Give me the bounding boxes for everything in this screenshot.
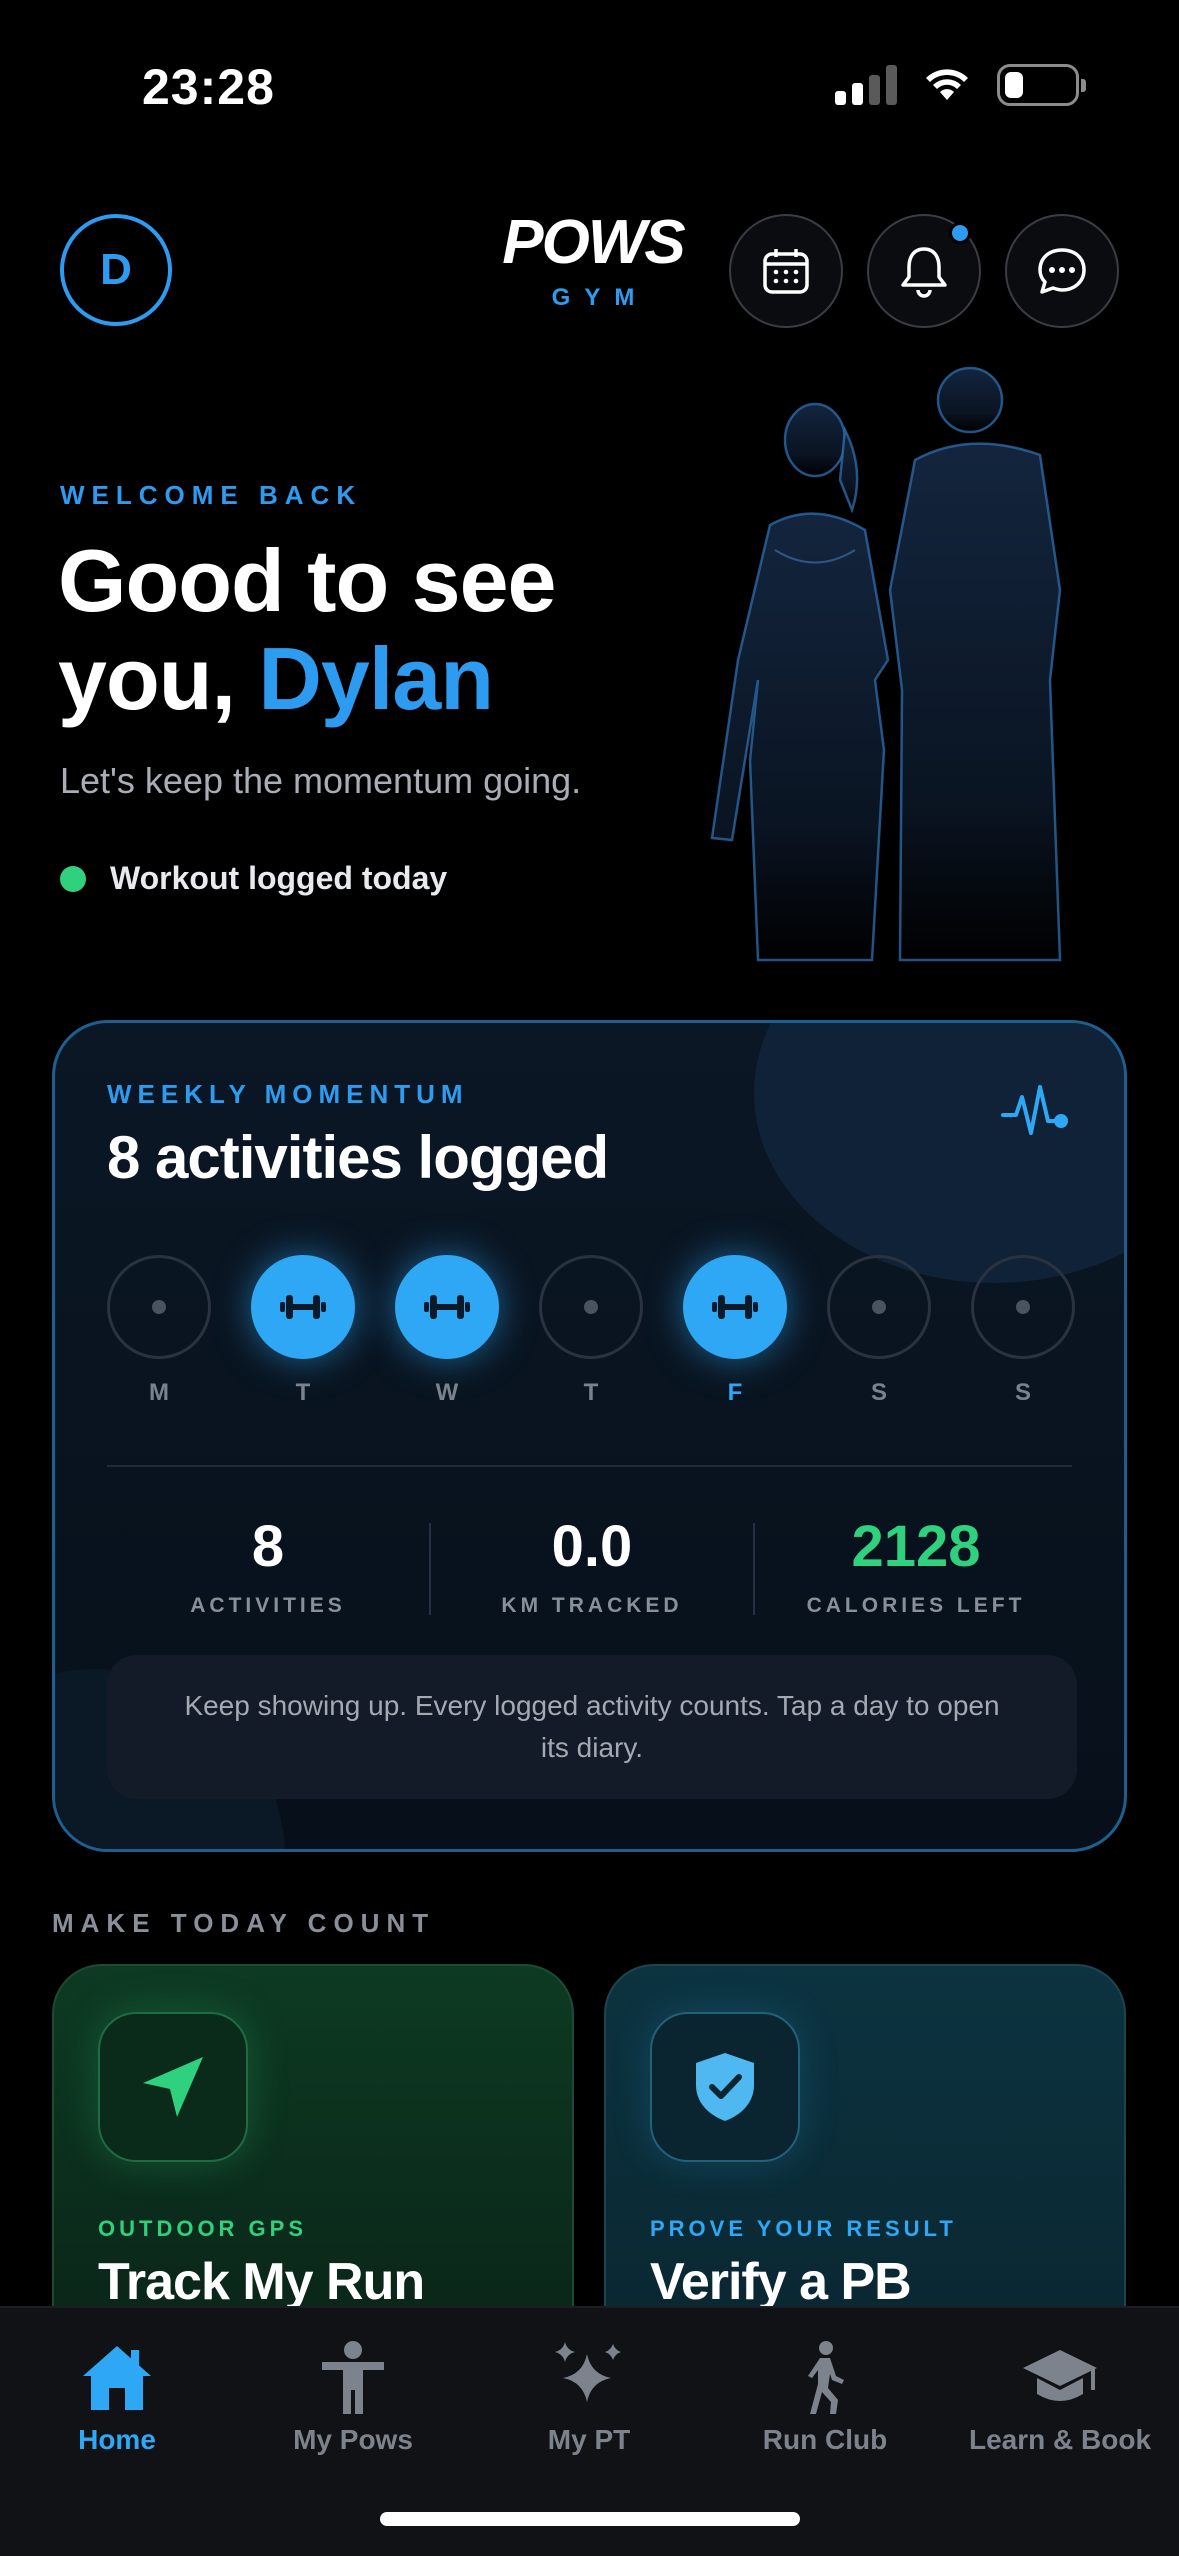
tab-label: My Pows xyxy=(293,2424,413,2455)
pb-eyebrow: PROVE YOUR RESULT xyxy=(650,2216,957,2241)
wifi-icon xyxy=(926,69,968,100)
tab-label: My PT xyxy=(547,2424,631,2455)
calendar-button[interactable] xyxy=(729,214,843,328)
day-circle xyxy=(827,1255,931,1359)
shield-check-icon xyxy=(696,2053,754,2121)
hero-athletes-image xyxy=(710,366,1062,962)
greeting-line-2: you, Dylan xyxy=(58,630,556,728)
welcome-eyebrow: WELCOME BACK xyxy=(60,480,363,510)
logo-subtitle: GYM xyxy=(551,284,649,311)
day-monday[interactable]: M xyxy=(107,1255,211,1407)
card-divider xyxy=(107,1465,1072,1467)
day-circle xyxy=(107,1255,211,1359)
day-circle xyxy=(539,1255,643,1359)
weekly-tip: Keep showing up. Every logged activity c… xyxy=(107,1655,1077,1799)
calendar-icon xyxy=(763,249,809,294)
tab-label: Learn & Book xyxy=(968,2424,1152,2455)
run-eyebrow: OUTDOOR GPS xyxy=(98,2216,308,2241)
track-run-card[interactable]: OUTDOOR GPS Track My Run xyxy=(52,1964,574,2364)
greeting-prefix: you, xyxy=(58,629,236,728)
status-icons xyxy=(835,64,1086,106)
day-letter: W xyxy=(435,1379,459,1406)
day-letter: F xyxy=(727,1379,743,1406)
cellular-signal-icon xyxy=(835,65,897,105)
home-indicator[interactable] xyxy=(380,2512,800,2526)
day-sunday[interactable]: S xyxy=(971,1255,1075,1407)
day-letter: T xyxy=(295,1379,311,1406)
notifications-button[interactable] xyxy=(867,214,981,328)
day-letter: M xyxy=(149,1379,169,1406)
user-name: Dylan xyxy=(258,629,494,728)
hero-greeting: Good to see you, Dylan xyxy=(58,532,556,728)
status-dot xyxy=(60,865,86,892)
tab-my-pt[interactable]: My PT xyxy=(474,2338,704,2456)
location-arrow-icon xyxy=(143,2057,203,2117)
stat-calories-left: 2128 CALORIES LEFT xyxy=(755,1513,1077,1618)
app-logo: POWS GYM xyxy=(498,212,688,312)
person-icon xyxy=(322,2341,384,2414)
day-saturday[interactable]: S xyxy=(827,1255,931,1407)
run-title: Track My Run xyxy=(98,2253,425,2311)
weekly-momentum-card: WEEKLY MOMENTUM 8 activities logged M T … xyxy=(52,1020,1127,1852)
stat-value: 0.0 xyxy=(551,1514,633,1579)
verify-pb-card[interactable]: PROVE YOUR RESULT Verify a PB xyxy=(604,1964,1126,2364)
make-today-count-heading: MAKE TODAY COUNT xyxy=(52,1908,436,1938)
day-tuesday[interactable]: T xyxy=(251,1255,355,1407)
day-thursday[interactable]: T xyxy=(539,1255,643,1407)
home-icon xyxy=(83,2346,151,2410)
workout-status: Workout logged today xyxy=(60,860,447,897)
stat-value: 2128 xyxy=(851,1514,981,1579)
tab-label: Run Club xyxy=(762,2424,888,2455)
day-letter: T xyxy=(583,1379,599,1406)
day-circle xyxy=(395,1255,499,1359)
chat-icon xyxy=(1038,248,1086,294)
day-circle xyxy=(683,1255,787,1359)
pb-title: Verify a PB xyxy=(650,2253,912,2311)
weekly-title: 8 activities logged xyxy=(107,1124,609,1191)
stat-value: 8 xyxy=(251,1514,285,1579)
shield-icon-box xyxy=(650,2012,800,2162)
gps-icon-box xyxy=(98,2012,248,2162)
battery-icon xyxy=(997,64,1086,106)
day-letter: S xyxy=(870,1379,887,1406)
tab-my-pows[interactable]: My Pows xyxy=(238,2338,468,2456)
tab-label: Home xyxy=(78,2424,156,2455)
walker-icon xyxy=(808,2341,844,2414)
day-letter: S xyxy=(1014,1379,1031,1406)
weekly-eyebrow: WEEKLY MOMENTUM xyxy=(107,1079,469,1109)
hero-subtitle: Let's keep the momentum going. xyxy=(60,760,582,801)
day-circle xyxy=(971,1255,1075,1359)
stat-activities: 8 ACTIVITIES xyxy=(107,1513,429,1618)
day-friday[interactable]: F xyxy=(683,1255,787,1407)
tab-learn-book[interactable]: Learn & Book xyxy=(945,2338,1175,2456)
sparkles-icon xyxy=(555,2342,621,2402)
graduation-cap-icon xyxy=(1023,2350,1097,2401)
tab-run-club[interactable]: Run Club xyxy=(710,2338,940,2456)
greeting-line-1: Good to see xyxy=(58,531,556,630)
logo-wordmark: POWS xyxy=(502,208,685,277)
avatar[interactable]: D xyxy=(60,214,172,326)
tab-home[interactable]: Home xyxy=(2,2338,232,2456)
dumbbell-icon xyxy=(280,1295,326,1319)
stat-label: CALORIES LEFT xyxy=(806,1594,1026,1617)
bell-icon xyxy=(901,247,947,298)
weekly-stats: 8 ACTIVITIES 0.0 KM TRACKED 2128 CALORIE… xyxy=(107,1513,1077,1618)
stat-km-tracked: 0.0 KM TRACKED xyxy=(431,1513,753,1618)
workout-status-text: Workout logged today xyxy=(110,860,448,896)
dumbbell-icon xyxy=(424,1295,470,1319)
week-day-strip: M T W T F S S xyxy=(107,1255,1077,1415)
status-time: 23:28 xyxy=(142,59,275,115)
stat-label: ACTIVITIES xyxy=(190,1594,346,1617)
notification-badge xyxy=(949,222,971,244)
messages-button[interactable] xyxy=(1005,214,1119,328)
dumbbell-icon xyxy=(712,1295,758,1319)
day-circle xyxy=(251,1255,355,1359)
stat-label: KM TRACKED xyxy=(501,1594,683,1617)
day-wednesday[interactable]: W xyxy=(395,1255,499,1407)
activity-pulse-icon xyxy=(1001,1085,1068,1135)
